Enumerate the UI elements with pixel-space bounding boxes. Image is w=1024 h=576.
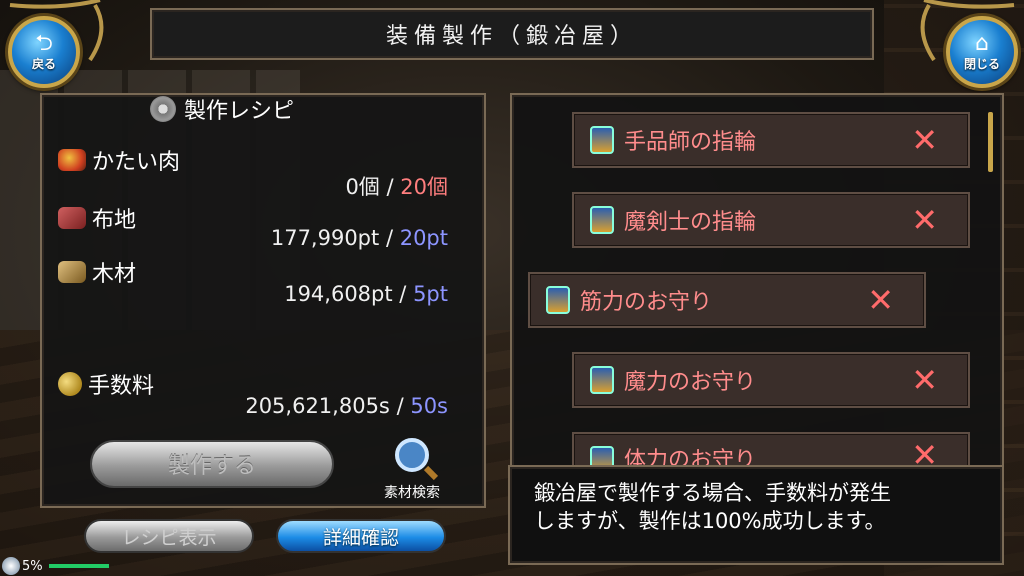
separator: / xyxy=(399,282,407,306)
gear-icon xyxy=(150,96,176,122)
magnifier-icon xyxy=(395,438,429,472)
recipe-header: 製作レシピ xyxy=(150,93,294,125)
show-recipe-label: レシピ表示 xyxy=(121,526,217,549)
list-item[interactable]: 魔剣士の指輪 ✕ xyxy=(572,192,970,248)
return-arrow-icon: ⮌ xyxy=(35,30,53,56)
material-quantity: 0個 / 20個 xyxy=(345,171,448,201)
fee-row: 手数料 xyxy=(58,368,154,400)
need-value: 20個 xyxy=(400,175,448,199)
craft-label: 製作する xyxy=(167,454,256,479)
craft-button[interactable]: 製作する xyxy=(90,440,334,488)
accessory-icon xyxy=(590,366,614,394)
accessory-icon xyxy=(590,206,614,234)
wood-icon xyxy=(58,261,86,283)
list-item-selected[interactable]: 筋力のお守り ✕ xyxy=(528,272,926,328)
material-quantity: 194,608pt / 5pt xyxy=(284,282,448,306)
have-value: 194,608pt xyxy=(284,282,393,306)
status-orb-icon xyxy=(2,557,20,575)
item-name: 魔剣士の指輪 xyxy=(624,210,757,235)
message-text: 鍛冶屋で製作する場合、手数料が発生 しますが、製作は100%成功します。 xyxy=(534,481,891,533)
item-name: 手品師の指輪 xyxy=(624,130,757,155)
have-value: 0個 xyxy=(345,175,380,199)
material-wood: 木材 xyxy=(58,256,136,288)
fee-name: 手数料 xyxy=(88,374,155,399)
cloth-icon xyxy=(58,207,86,229)
list-item[interactable]: 魔力のお守り ✕ xyxy=(572,352,970,408)
material-search-label: 素材検索 xyxy=(384,485,440,501)
recipe-title: 製作レシピ xyxy=(184,99,295,124)
material-search-button[interactable]: 素材検索 xyxy=(372,438,452,502)
list-item[interactable]: 手品師の指輪 ✕ xyxy=(572,112,970,168)
material-name: 布地 xyxy=(92,208,137,233)
need-value: 5pt xyxy=(413,282,448,306)
material-name: 木材 xyxy=(92,262,137,287)
material-cloth: 布地 xyxy=(58,202,136,234)
separator: / xyxy=(385,226,394,250)
status-percent: 5% xyxy=(22,558,43,574)
need-value: 50s xyxy=(410,394,448,418)
close-button[interactable]: ⌂ 閉じる xyxy=(946,16,1018,88)
item-name: 魔力のお守り xyxy=(624,370,757,395)
unavailable-icon: ✕ xyxy=(867,281,894,319)
detail-button[interactable]: 詳細確認 xyxy=(276,519,446,553)
need-value: 20pt xyxy=(399,226,448,250)
material-meat: かたい肉 xyxy=(58,144,180,176)
unavailable-icon: ✕ xyxy=(911,121,938,159)
accessory-icon xyxy=(590,126,614,154)
fee-quantity: 205,621,805s / 50s xyxy=(245,394,448,418)
material-quantity: 177,990pt / 20pt xyxy=(271,226,448,250)
scrollbar[interactable] xyxy=(988,112,993,172)
separator: / xyxy=(386,175,394,199)
material-name: かたい肉 xyxy=(92,150,181,175)
have-value: 177,990pt xyxy=(270,226,380,250)
home-icon: ⌂ xyxy=(975,30,989,56)
message-box: 鍛冶屋で製作する場合、手数料が発生 しますが、製作は100%成功します。 xyxy=(508,465,1004,565)
accessory-icon xyxy=(546,286,570,314)
back-button[interactable]: ⮌ 戻る xyxy=(8,16,80,88)
have-value: 205,621,805s xyxy=(245,394,390,418)
detail-label: 詳細確認 xyxy=(322,526,399,549)
page-title: 装備製作（鍛冶屋） xyxy=(385,24,638,49)
separator: / xyxy=(396,394,404,418)
coin-icon xyxy=(58,372,82,396)
unavailable-icon: ✕ xyxy=(911,361,938,399)
unavailable-icon: ✕ xyxy=(911,201,938,239)
item-name: 筋力のお守り xyxy=(580,290,713,315)
show-recipe-button[interactable]: レシピ表示 xyxy=(84,519,254,553)
status-indicator: 5% xyxy=(0,556,109,576)
title-bar: 装備製作（鍛冶屋） xyxy=(150,8,874,60)
meat-icon xyxy=(58,149,86,171)
status-bar xyxy=(48,564,109,568)
